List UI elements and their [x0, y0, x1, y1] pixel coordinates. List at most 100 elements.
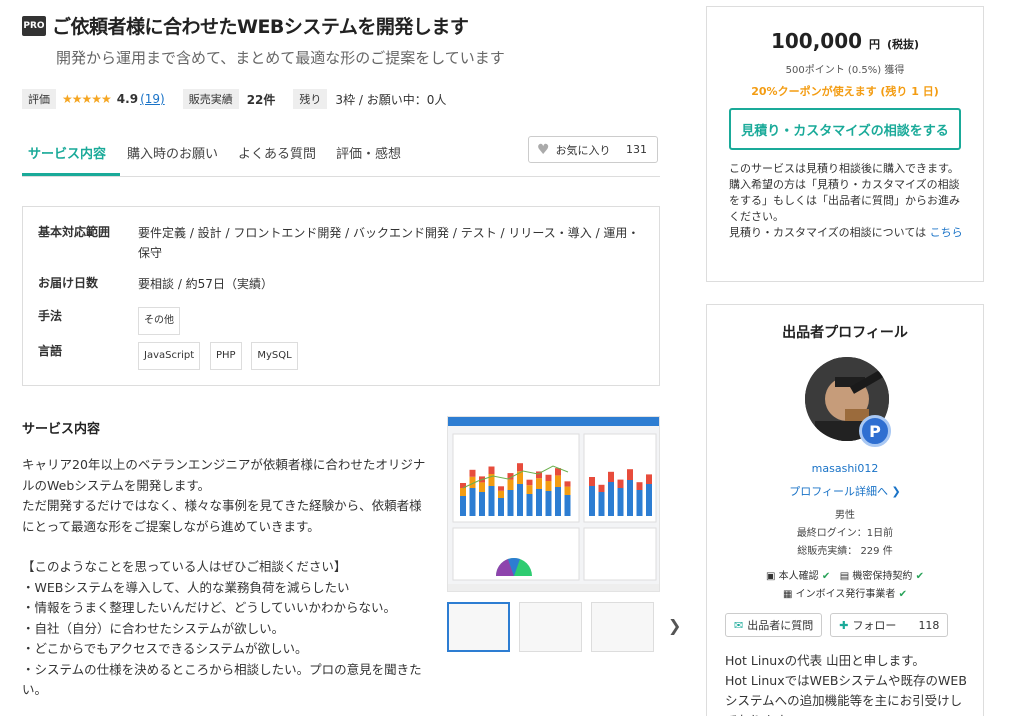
preview-bar — [469, 469, 476, 477]
preview-bar — [498, 486, 504, 491]
seller-total-sales: 総販売実績： 229 件 — [797, 546, 893, 557]
favorite-button[interactable]: ♥ お気に入り 131 — [528, 136, 658, 163]
tab-reviews[interactable]: 評価・感想 — [336, 143, 401, 162]
preview-bar — [488, 466, 495, 474]
preview-bar — [526, 485, 533, 494]
seller-last-login: 最終ログイン：1日前 — [796, 528, 894, 539]
rating-stars-icon: ★★★★★ — [62, 92, 112, 106]
page-subtitle: 開発から運用まで含めて、まとめて最適な形のご提案をしています — [56, 49, 505, 67]
preview-bar — [636, 482, 643, 490]
verification-row: ▣ 本人確認 ✔ ▤ 機密保持契約 ✔ — [707, 567, 983, 582]
price-unit: 円 — [869, 38, 881, 51]
rating-value: 4.9 — [116, 92, 139, 106]
profile-heading: 出品者プロフィール — [782, 325, 908, 341]
remaining-label: 残り — [293, 89, 328, 109]
follow-count: 118 — [918, 618, 940, 632]
tab-purchase-requests[interactable]: 購入時のお願い — [127, 143, 218, 162]
verif-invoice: インボイス発行事業者 — [795, 589, 896, 600]
main-screenshot-image[interactable] — [447, 416, 660, 592]
ask-seller-button[interactable]: ✉ 出品者に質問 — [725, 613, 823, 637]
spec-value: 要相談 / 約57日（実績） — [138, 277, 273, 291]
purchase-note-text: このサービスは見積り相談後に購入できます。購入希望の方は「見積り・カスタマイズの… — [729, 162, 960, 239]
preview-bar — [598, 484, 605, 492]
coupon-notice: 20%クーポンが使えます (残り 1 日) — [751, 85, 939, 98]
verification-row-2: ▦ インボイス発行事業者 ✔ — [707, 585, 983, 600]
preview-bar — [608, 482, 614, 516]
language-chip: MySQL — [251, 342, 298, 370]
screenshot-topbar — [448, 417, 659, 426]
preview-bar — [646, 474, 652, 484]
thumbnail-2[interactable] — [519, 602, 582, 652]
seller-profile: 出品者プロフィール P masashi012 プロフィール詳細へ ❯ 男性 最終… — [706, 304, 984, 716]
description-body: キャリア20年以上のベテランエンジニアが依頼者様に合わせたオリジナルのWebシス… — [22, 455, 434, 701]
preview-bar — [564, 486, 571, 495]
verif-identity: 本人確認 — [778, 571, 819, 582]
thumbnail-3[interactable] — [591, 602, 654, 652]
thumbnail-strip — [447, 602, 654, 652]
preview-bar — [564, 481, 571, 487]
preview-bar — [498, 490, 504, 498]
sales-label: 販売実績 — [182, 89, 239, 109]
language-chips: JavaScript PHP MySQL — [138, 342, 643, 370]
thumbnail-1[interactable] — [447, 602, 510, 652]
preview-bar — [617, 479, 624, 488]
pro-seller-badge-icon: P — [859, 415, 891, 447]
preview-bar — [589, 486, 595, 516]
remaining-value: 3枠 / お願い中：0人 — [335, 92, 447, 107]
estimate-consult-button[interactable]: 見積り・カスタマイズの相談をする — [729, 108, 961, 150]
profile-detail-link[interactable]: プロフィール詳細へ ❯ — [707, 483, 983, 499]
tab-service-content[interactable]: サービス内容 — [28, 143, 106, 162]
price-box: 100,000 円 (税抜) 500ポイント (0.5%) 獲得 20%クーポン… — [706, 6, 984, 282]
preview-bar — [517, 463, 523, 472]
tax-note: (税抜) — [886, 38, 920, 51]
spec-row-delivery: お届け日数 要相談 / 約57日（実績） — [38, 274, 643, 294]
preview-bar — [608, 471, 614, 482]
dashboard-preview — [448, 433, 659, 591]
spec-label: 基本対応範囲 — [38, 225, 111, 239]
method-chips: その他 — [138, 307, 643, 335]
tab-faq[interactable]: よくある質問 — [238, 143, 316, 162]
preview-bar — [545, 474, 552, 481]
preview-bar — [545, 491, 552, 516]
preview-bar — [598, 492, 605, 516]
verif-nda: 機密保持契約 — [852, 571, 913, 582]
title-row: PRO ご依頼者様に合わせたWEBシステムを開発します — [22, 12, 469, 39]
description-para: キャリア20年以上のベテランエンジニアが依頼者様に合わせたオリジナルのWebシス… — [22, 457, 426, 534]
price-value: 100,000 — [770, 29, 863, 53]
preview-bar — [646, 484, 652, 516]
id-card-icon: ▣ — [766, 571, 776, 582]
spec-value: 要件定義 / 設計 / フロントエンド開発 / バックエンド開発 / テスト /… — [138, 226, 640, 260]
tab-bar: サービス内容 購入時のお願い よくある質問 評価・感想 ♥ お気に入り 131 — [22, 130, 660, 177]
mail-icon: ✉ — [734, 618, 744, 632]
purchase-note: このサービスは見積り相談後に購入できます。購入希望の方は「見積り・カスタマイズの… — [729, 161, 967, 241]
seller-username[interactable]: masashi012 — [707, 462, 983, 475]
follow-button[interactable]: ✚ フォロー 118 — [830, 613, 949, 637]
preview-bar — [555, 487, 561, 516]
spec-label: 手法 — [38, 309, 63, 323]
invoice-icon: ▦ — [783, 589, 793, 600]
page-title: ご依頼者様に合わせたWEBシステムを開発します — [52, 16, 469, 38]
preview-bar — [617, 488, 624, 516]
here-link[interactable]: こちら — [930, 226, 963, 239]
preview-bar — [545, 481, 552, 491]
sales-value: 22件 — [246, 92, 276, 107]
spec-box: 基本対応範囲 要件定義 / 設計 / フロントエンド開発 / バックエンド開発 … — [22, 206, 660, 386]
preview-bar — [460, 488, 466, 496]
preview-bar — [498, 498, 504, 516]
spec-row-method: 手法 その他 — [38, 307, 643, 335]
ask-seller-label: 出品者に質問 — [747, 619, 814, 632]
preview-bar — [627, 480, 633, 516]
preview-bar — [469, 488, 476, 516]
description-para: 【このようなことを思っている人はぜひご相談ください】 ・WEBシステムを導入して… — [22, 559, 422, 697]
rating-count-link[interactable]: (19) — [140, 92, 165, 106]
check-icon: ✔ — [898, 589, 907, 600]
chevron-right-icon[interactable]: ❯ — [668, 616, 681, 635]
seller-gender: 男性 — [835, 510, 855, 521]
spec-row-language: 言語 JavaScript PHP MySQL — [38, 342, 643, 370]
preview-bar — [507, 490, 514, 516]
preview-bar — [564, 495, 571, 516]
user-plus-icon: ✚ — [839, 618, 849, 632]
price: 100,000 円 (税抜) — [707, 29, 983, 53]
preview-bar — [555, 475, 561, 487]
document-icon: ▤ — [839, 571, 850, 582]
